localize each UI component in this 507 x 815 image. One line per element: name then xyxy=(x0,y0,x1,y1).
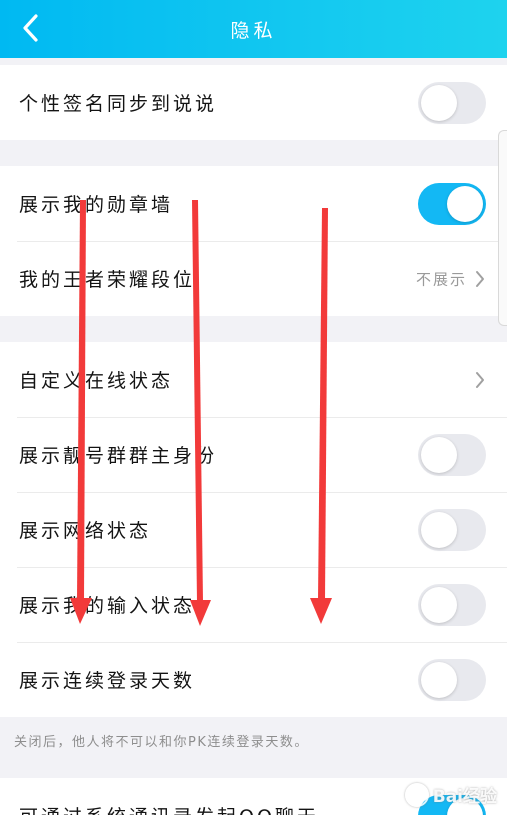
honor-of-kings-rank-row[interactable]: 我的王者荣耀段位 不展示 xyxy=(0,241,507,316)
custom-online-status-row[interactable]: 自定义在线状态 xyxy=(0,342,507,417)
settings-row: 展示网络状态 xyxy=(0,492,507,567)
row-label: 展示我的勋章墙 xyxy=(19,194,174,216)
settings-row: 个性签名同步到说说 xyxy=(0,65,507,140)
login-streak-toggle[interactable] xyxy=(418,658,486,701)
chevron-right-icon xyxy=(476,270,484,287)
chevron-right-icon xyxy=(476,371,484,388)
scrollbar-thumb[interactable] xyxy=(498,130,507,326)
row-value: 不展示 xyxy=(415,270,467,288)
settings-row: 展示我的输入状态 xyxy=(0,567,507,642)
nav-header: 隐私 xyxy=(0,0,507,58)
settings-group-signature: 个性签名同步到说说 xyxy=(0,65,507,140)
row-label: 我的王者荣耀段位 xyxy=(19,269,196,291)
row-label: 展示我的输入状态 xyxy=(19,595,196,617)
settings-row: 展示我的勋章墙 xyxy=(0,166,507,241)
settings-row: 展示连续登录天数 xyxy=(0,642,507,717)
settings-row: 展示靓号群群主身份 xyxy=(0,417,507,492)
settings-group-display: 展示我的勋章墙 我的王者荣耀段位 不展示 xyxy=(0,166,507,316)
input-status-toggle[interactable] xyxy=(418,583,486,626)
row-label: 展示网络状态 xyxy=(19,520,152,542)
row-label: 个性签名同步到说说 xyxy=(19,93,218,115)
settings-group-status: 自定义在线状态 展示靓号群群主身份 展示网络状态 展示我的输入状态 展示连续登录… xyxy=(0,342,507,717)
medal-wall-toggle[interactable] xyxy=(418,182,486,225)
row-label: 展示连续登录天数 xyxy=(19,670,196,692)
vip-group-owner-toggle[interactable] xyxy=(418,433,486,476)
page-title: 隐私 xyxy=(230,19,277,42)
footnote: 关闭后，他人将不可以和你PK连续登录天数。 xyxy=(14,735,309,750)
chevron-left-icon xyxy=(23,14,38,42)
row-label: 展示靓号群群主身份 xyxy=(19,445,218,467)
back-button[interactable] xyxy=(10,8,50,48)
paw-icon xyxy=(404,782,429,807)
watermark-logo: Bai经验 xyxy=(404,782,497,807)
watermark-text: Bai经验 xyxy=(432,787,497,807)
row-label: 可通过系统通讯录发起QQ聊天 xyxy=(19,802,319,815)
row-label: 自定义在线状态 xyxy=(19,370,174,392)
signature-sync-toggle[interactable] xyxy=(418,81,486,124)
network-status-toggle[interactable] xyxy=(418,508,486,551)
